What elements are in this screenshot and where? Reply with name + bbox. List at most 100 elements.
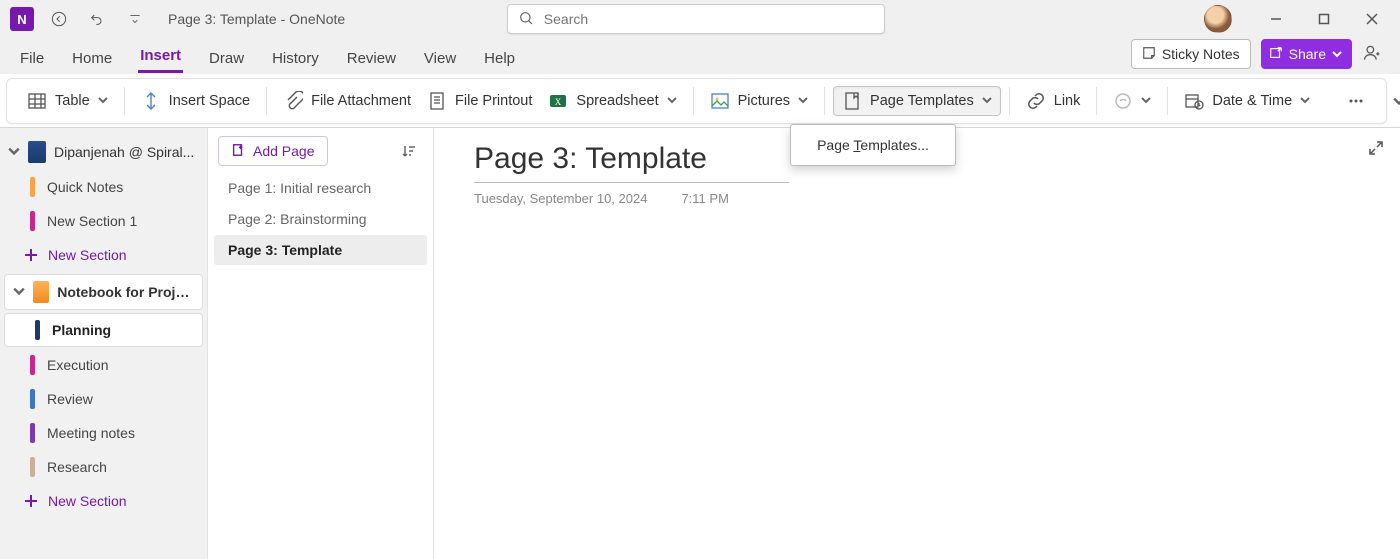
title-bar: N Page 3: Template - OneNote (0, 0, 1400, 38)
menu-tab-home[interactable]: Home (70, 44, 114, 73)
table-button[interactable]: Table (19, 87, 116, 115)
note-icon (1142, 46, 1156, 63)
insert-space-button[interactable]: Insert Space (133, 87, 258, 115)
menu-bar: FileHomeInsertDrawHistoryReviewViewHelp … (0, 38, 1400, 74)
share-button[interactable]: Share (1261, 39, 1352, 69)
link-icon (1026, 91, 1046, 111)
excel-icon: X (548, 91, 568, 111)
add-page-icon (231, 143, 245, 160)
audio-button[interactable] (1105, 87, 1159, 115)
section-color-tab (30, 457, 35, 477)
paperclip-icon (283, 91, 303, 111)
back-button[interactable] (42, 3, 76, 35)
page-item[interactable]: Page 2: Brainstorming (214, 204, 427, 234)
page-item[interactable]: Page 3: Template (214, 235, 427, 265)
chevron-down-icon (1300, 93, 1310, 109)
new-section-button[interactable]: New Section (0, 238, 207, 272)
search-input[interactable] (542, 10, 874, 28)
collapse-ribbon-button[interactable] (1393, 74, 1400, 128)
page-time: 7:11 PM (681, 191, 728, 206)
pictures-button[interactable]: Pictures (702, 87, 816, 115)
file-printout-button[interactable]: File Printout (419, 87, 540, 115)
menu-tab-history[interactable]: History (270, 44, 321, 73)
insert-space-icon (141, 91, 161, 111)
close-window-button[interactable] (1350, 0, 1394, 38)
section-item[interactable]: Quick Notes (0, 170, 207, 204)
section-color-tab (30, 389, 35, 409)
menu-tab-review[interactable]: Review (345, 44, 398, 73)
section-name: Planning (52, 322, 111, 338)
sort-pages-button[interactable] (395, 137, 423, 165)
page-templates-menu-item[interactable]: Page Templates... (791, 131, 955, 159)
add-page-button[interactable]: Add Page (218, 136, 328, 166)
notebook-icon (33, 281, 49, 303)
main-area: Dipanjenah @ Spiral... Quick Notes New Sec… (0, 128, 1400, 559)
maximize-button[interactable] (1302, 0, 1346, 38)
notebook-panel: Dipanjenah @ Spiral... Quick Notes New Sec… (0, 128, 208, 559)
page-templates-icon (842, 91, 862, 111)
notebook-header[interactable]: Notebook for Project A (4, 274, 203, 310)
section-item[interactable]: Meeting notes (0, 416, 207, 450)
undo-button[interactable] (80, 3, 114, 35)
section-item[interactable]: New Section 1 (0, 204, 207, 238)
audio-icon (1113, 91, 1133, 111)
chevron-down-icon (1141, 93, 1151, 109)
qat-overflow-button[interactable] (118, 3, 152, 35)
search-box[interactable] (507, 4, 885, 34)
section-name: Quick Notes (47, 179, 123, 195)
section-name: Meeting notes (47, 425, 135, 441)
section-name: Execution (47, 357, 108, 373)
file-printout-icon (427, 91, 447, 111)
title-underline (474, 182, 789, 183)
chevron-down-icon (667, 93, 677, 109)
section-item[interactable]: Planning (4, 313, 203, 347)
app-icon: N (6, 3, 38, 35)
account-manager-button[interactable] (1362, 43, 1382, 66)
ribbon-toolbar: Table Insert Space File Attachment File … (0, 74, 1400, 128)
share-label: Share (1289, 46, 1326, 62)
section-color-tab (35, 320, 40, 340)
menu-tab-file[interactable]: File (18, 44, 46, 73)
page-meta: Tuesday, September 10, 2024 7:11 PM (474, 191, 1360, 206)
chevron-down-icon (13, 284, 25, 300)
page-list-panel: Add Page Page 1: Initial researchPage 2:… (208, 128, 434, 559)
chevron-down-icon (982, 93, 992, 109)
menu-tab-view[interactable]: View (422, 44, 458, 73)
section-color-tab (30, 355, 35, 375)
sticky-notes-button[interactable]: Sticky Notes (1131, 39, 1251, 69)
section-item[interactable]: Review (0, 382, 207, 416)
minimize-button[interactable] (1254, 0, 1298, 38)
section-name: Research (47, 459, 107, 475)
new-section-button[interactable]: New Section (0, 484, 207, 518)
section-item[interactable]: Research (0, 450, 207, 484)
date-time-button[interactable]: Date & Time (1176, 87, 1318, 115)
page-templates-dropdown: Page Templates... (790, 124, 956, 166)
notebook-header[interactable]: Dipanjenah @ Spiral... (0, 134, 207, 170)
user-avatar[interactable] (1204, 5, 1232, 33)
section-color-tab (30, 211, 35, 231)
expand-page-button[interactable] (1362, 134, 1390, 162)
chevron-down-icon (1332, 46, 1342, 62)
notebook-icon (28, 141, 46, 163)
chevron-down-icon (8, 144, 20, 160)
notebook-name: Notebook for Project A (57, 284, 194, 300)
file-attachment-button[interactable]: File Attachment (275, 87, 419, 115)
spreadsheet-button[interactable]: X Spreadsheet (540, 87, 684, 115)
section-color-tab (30, 177, 35, 197)
menu-tab-draw[interactable]: Draw (207, 44, 246, 73)
page-templates-button[interactable]: Page Templates (833, 86, 1001, 116)
menu-tab-insert[interactable]: Insert (138, 41, 183, 73)
link-button[interactable]: Link (1018, 87, 1089, 115)
page-canvas[interactable]: Page 3: Template Tuesday, September 10, … (434, 128, 1400, 559)
svg-text:X: X (555, 97, 562, 107)
section-item[interactable]: Execution (0, 348, 207, 382)
search-icon (518, 10, 534, 29)
page-item[interactable]: Page 1: Initial research (214, 173, 427, 203)
section-color-tab (30, 423, 35, 443)
menu-tab-help[interactable]: Help (482, 44, 517, 73)
sticky-notes-label: Sticky Notes (1162, 46, 1240, 62)
share-icon (1269, 46, 1283, 63)
more-commands-button[interactable] (1338, 87, 1374, 115)
chevron-down-icon (798, 93, 808, 109)
notebook-name: Dipanjenah @ Spiral... (54, 144, 194, 160)
